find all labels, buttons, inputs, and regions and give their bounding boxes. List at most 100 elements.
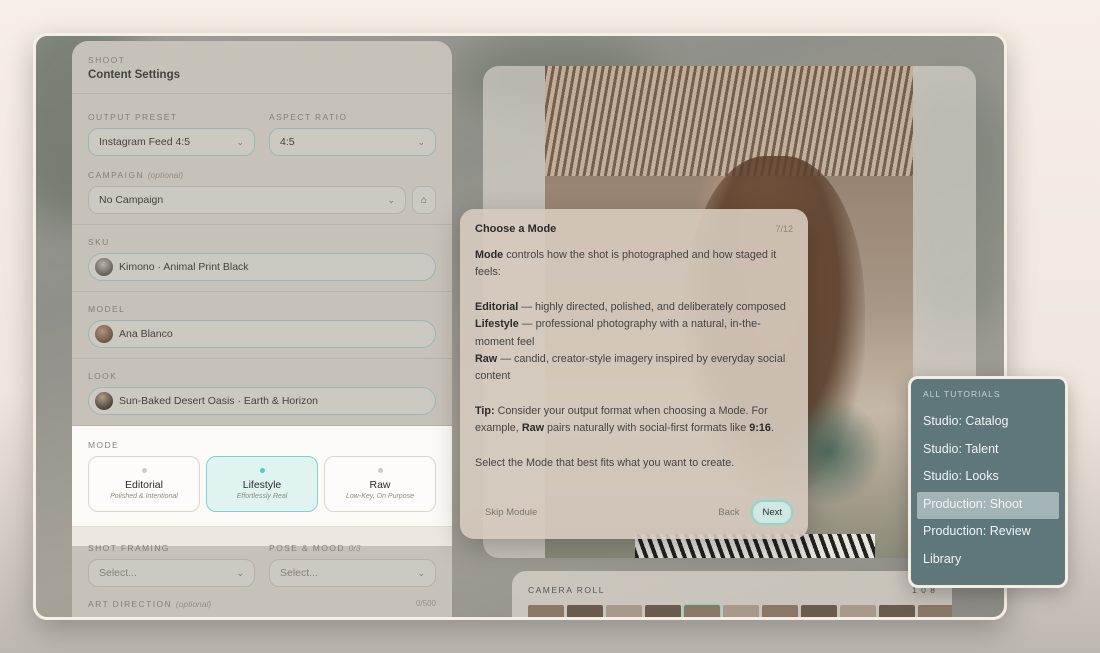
pose-mood-group: POSE & MOOD 0/3 Select... ⌄ bbox=[269, 543, 436, 587]
camera-roll-thumbnail[interactable] bbox=[567, 605, 603, 617]
term-lifestyle: Lifestyle bbox=[475, 318, 519, 331]
panel-title: Content Settings bbox=[88, 69, 180, 81]
aspect-ratio-label: ASPECT RATIO bbox=[269, 112, 348, 122]
camera-roll-thumbnail[interactable] bbox=[801, 605, 837, 617]
aspect-ratio-select[interactable]: 4:5 ⌄ bbox=[269, 128, 436, 156]
output-preset-select[interactable]: Instagram Feed 4:5 ⌄ bbox=[88, 128, 255, 156]
term-raw: Raw bbox=[521, 422, 545, 435]
campaign-value: No Campaign bbox=[99, 194, 164, 206]
mode-option-editorial[interactable]: Editorial Polished & Intentional bbox=[88, 456, 200, 512]
pose-mood-placeholder: Select... bbox=[280, 567, 318, 579]
mode-option-subtitle: Effortlessly Real bbox=[236, 493, 288, 500]
camera-roll-thumbnail[interactable] bbox=[645, 605, 681, 617]
sku-value: Kimono · Animal Print Black bbox=[119, 261, 249, 273]
term-ratio: 9:16 bbox=[749, 422, 771, 435]
tutorial-editorial-text: — highly directed, polished, and deliber… bbox=[518, 300, 786, 313]
mode-option-subtitle: Polished & Intentional bbox=[110, 493, 178, 500]
radio-dot-icon bbox=[377, 468, 383, 473]
term-raw: Raw bbox=[475, 353, 498, 366]
back-button[interactable]: Back bbox=[718, 507, 739, 518]
tutorial-item-studio-talent[interactable]: Studio: Talent bbox=[917, 437, 1059, 465]
camera-roll-thumbnail[interactable] bbox=[606, 605, 642, 617]
aspect-ratio-group: ASPECT RATIO 4:5 ⌄ bbox=[269, 112, 436, 156]
model-avatar bbox=[95, 325, 113, 343]
camera-roll-thumbnail[interactable] bbox=[528, 605, 564, 617]
shot-framing-select[interactable]: Select... ⌄ bbox=[88, 559, 255, 587]
model-selector[interactable]: Ana Blanco bbox=[88, 320, 436, 348]
content-settings-panel: SHOOT Content Settings OUTPUT PRESET Ins… bbox=[72, 41, 452, 617]
chevron-down-icon: ⌄ bbox=[387, 194, 395, 205]
format-section: OUTPUT PRESET Instagram Feed 4:5 ⌄ ASPEC… bbox=[72, 94, 452, 225]
all-tutorials-menu: ALL TUTORIALS Studio: Catalog Studio: Ta… bbox=[908, 376, 1068, 588]
camera-roll-thumbnail[interactable] bbox=[762, 605, 798, 617]
art-direction-label: ART DIRECTION (optional) 0/500 bbox=[88, 599, 436, 609]
mode-option-name: Lifestyle bbox=[242, 479, 282, 491]
tutorial-raw-text: — candid, creator-style imagery inspired… bbox=[475, 353, 786, 383]
camera-roll-thumbnail[interactable] bbox=[683, 604, 721, 617]
tutorial-step-counter: 7/12 bbox=[775, 224, 793, 234]
mode-option-subtitle: Low-Key, On Purpose bbox=[346, 493, 414, 500]
look-value: Sun-Baked Desert Oasis · Earth & Horizon bbox=[119, 395, 318, 407]
chevron-down-icon: ⌄ bbox=[417, 567, 425, 578]
art-direction-optional-hint: (optional) bbox=[175, 599, 212, 609]
tutorial-footer: Skip Module Back Next bbox=[475, 500, 793, 525]
mode-option-raw[interactable]: Raw Low-Key, On Purpose bbox=[324, 456, 436, 512]
sku-section: SKU Kimono · Animal Print Black bbox=[72, 225, 452, 292]
tag-icon: ⌂ bbox=[420, 194, 428, 206]
panel-header: SHOOT Content Settings bbox=[72, 41, 452, 94]
skip-module-button[interactable]: Skip Module bbox=[475, 503, 547, 522]
pose-mood-select[interactable]: Select... ⌄ bbox=[269, 559, 436, 587]
mode-option-lifestyle[interactable]: Lifestyle Effortlessly Real bbox=[206, 456, 318, 512]
camera-roll-thumbnail[interactable] bbox=[723, 605, 759, 617]
campaign-select[interactable]: No Campaign ⌄ bbox=[88, 186, 406, 214]
tutorial-lifestyle-text: — professional photography with a natura… bbox=[475, 318, 761, 348]
tutorial-tip: Tip: Consider your output format when ch… bbox=[475, 403, 793, 438]
camera-roll-label: CAMERA ROLL bbox=[528, 585, 605, 595]
mode-section: MODE Editorial Polished & Intentional Li… bbox=[72, 426, 452, 527]
sku-selector[interactable]: Kimono · Animal Print Black bbox=[88, 253, 436, 281]
campaign-optional-hint: (optional) bbox=[147, 170, 184, 180]
tutorial-intro-text: controls how the shot is photographed an… bbox=[475, 249, 777, 279]
model-section: MODEL Ana Blanco bbox=[72, 292, 452, 359]
camera-roll-thumbnail[interactable] bbox=[840, 605, 876, 617]
camera-roll-thumbnails bbox=[528, 604, 952, 617]
shot-framing-placeholder: Select... bbox=[99, 567, 137, 579]
pose-mood-label-text: POSE & MOOD bbox=[269, 543, 345, 553]
aspect-ratio-value: 4:5 bbox=[280, 136, 295, 148]
shot-framing-group: SHOT FRAMING Select... ⌄ bbox=[88, 543, 255, 587]
mode-label: MODE bbox=[88, 440, 120, 450]
look-selector[interactable]: Sun-Baked Desert Oasis · Earth & Horizon bbox=[88, 387, 436, 415]
tutorial-intro: Mode controls how the shot is photograph… bbox=[475, 247, 793, 282]
tutorial-body: Mode controls how the shot is photograph… bbox=[475, 247, 793, 472]
tutorial-item-studio-looks[interactable]: Studio: Looks bbox=[917, 464, 1059, 492]
chevron-down-icon: ⌄ bbox=[236, 136, 244, 147]
all-tutorials-header: ALL TUTORIALS bbox=[923, 389, 1001, 399]
tutorial-lifestyle: Lifestyle — professional photography wit… bbox=[475, 316, 793, 351]
campaign-label: CAMPAIGN (optional) bbox=[88, 170, 436, 180]
tutorial-editorial: Editorial — highly directed, polished, a… bbox=[475, 299, 793, 316]
next-button[interactable]: Next bbox=[751, 500, 793, 525]
tutorial-item-production-review[interactable]: Production: Review bbox=[917, 519, 1059, 547]
tutorial-item-production-shoot[interactable]: Production: Shoot bbox=[917, 491, 1059, 519]
radio-dot-icon bbox=[259, 468, 265, 473]
camera-roll-thumbnail[interactable] bbox=[879, 605, 915, 617]
shot-framing-label: SHOT FRAMING bbox=[88, 543, 170, 553]
term-editorial: Editorial bbox=[475, 300, 519, 313]
chevron-down-icon: ⌄ bbox=[236, 567, 244, 578]
camera-roll-thumbnail[interactable] bbox=[918, 605, 952, 617]
tutorial-raw: Raw — candid, creator-style imagery insp… bbox=[475, 351, 793, 386]
model-value: Ana Blanco bbox=[119, 328, 173, 340]
chevron-down-icon: ⌄ bbox=[417, 136, 425, 147]
tutorial-item-studio-catalog[interactable]: Studio: Catalog bbox=[917, 409, 1059, 437]
tutorial-item-library[interactable]: Library bbox=[917, 547, 1059, 575]
tag-button[interactable]: ⌂ bbox=[412, 186, 436, 214]
mode-option-name: Editorial bbox=[125, 479, 163, 491]
tip-label: Tip: bbox=[475, 404, 495, 417]
tutorial-closing: Select the Mode that best fits what you … bbox=[475, 456, 735, 469]
look-label: LOOK bbox=[88, 371, 118, 381]
campaign-label-text: CAMPAIGN bbox=[88, 170, 144, 180]
tutorial-title: Choose a Mode bbox=[475, 223, 557, 235]
model-label: MODEL bbox=[88, 304, 126, 314]
tutorial-popover: Choose a Mode 7/12 Mode controls how the… bbox=[460, 209, 808, 539]
output-preset-group: OUTPUT PRESET Instagram Feed 4:5 ⌄ bbox=[88, 112, 255, 156]
